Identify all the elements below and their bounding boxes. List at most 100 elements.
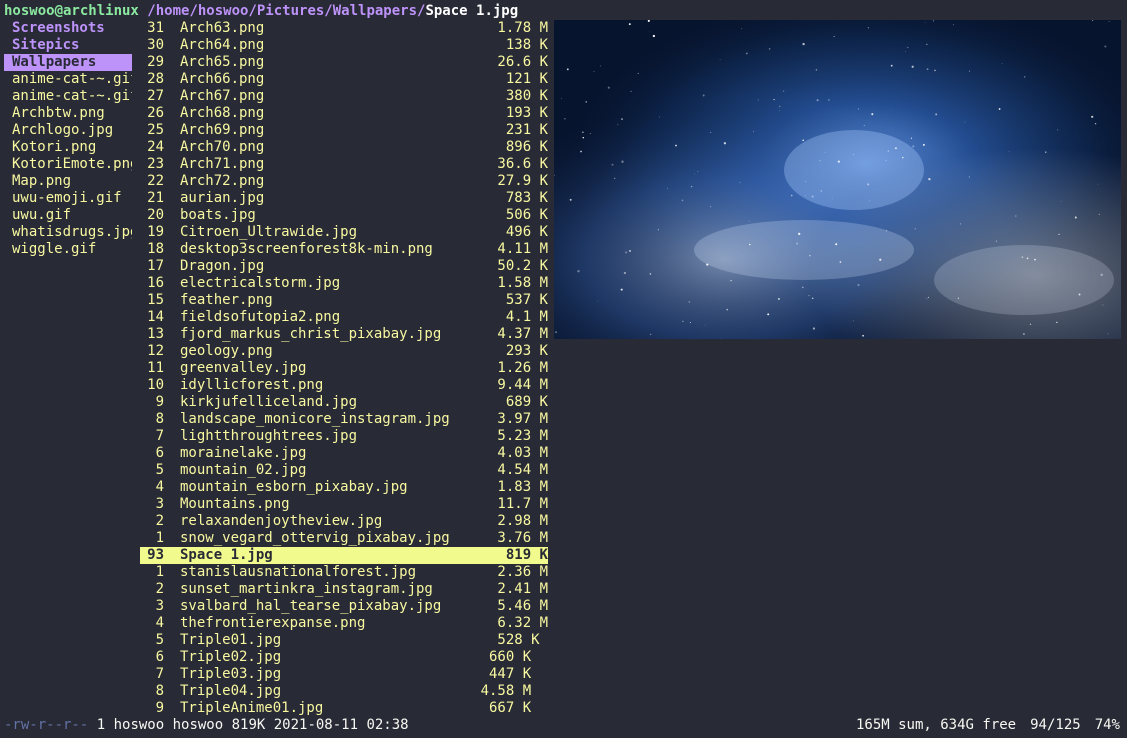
file-row[interactable]: 5 mountain_02.jpg 4.54 M <box>140 462 548 479</box>
file-name: Arch67.png <box>180 88 265 104</box>
file-row[interactable]: 1 snow_vegard_ottervig_pixabay.jpg 3.76 M <box>140 530 548 547</box>
file-row[interactable]: 11 greenvalley.jpg 1.26 M <box>140 360 548 377</box>
relative-line-number: 14 <box>147 309 164 325</box>
file-row[interactable]: 7 lightthroughtrees.jpg 5.23 M <box>140 428 548 445</box>
file-row[interactable]: 2 relaxandenjoytheview.jpg 2.98 M <box>140 513 548 530</box>
file-row[interactable]: 3 Mountains.png 11.7 M <box>140 496 548 513</box>
parent-file-item[interactable]: wiggle.gif <box>4 241 132 258</box>
file-row[interactable]: 30 Arch64.png 138 K <box>140 37 548 54</box>
parent-file-item[interactable]: whatisdrugs.jpg <box>4 224 132 241</box>
file-size: 4.54 M <box>497 462 548 478</box>
parent-file-item[interactable]: Map.png <box>4 173 132 190</box>
file-row[interactable]: 19 Citroen_Ultrawide.jpg 496 K <box>140 224 548 241</box>
file-row[interactable]: 9 kirkjufelliceland.jpg 689 K <box>140 394 548 411</box>
relative-line-number: 26 <box>147 105 164 121</box>
file-size: 4.1 M <box>505 309 548 325</box>
file-name: Triple04.jpg <box>180 683 282 699</box>
relative-line-number: 30 <box>147 37 164 53</box>
file-row[interactable]: 2 sunset_martinkra_instagram.jpg 2.41 M <box>140 581 548 598</box>
file-name: geology.png <box>180 343 273 359</box>
file-row[interactable]: 28 Arch66.png 121 K <box>140 71 548 88</box>
file-row[interactable]: 5 Triple01.jpg 528 K <box>140 632 548 649</box>
parent-file-item[interactable]: uwu-emoji.gif <box>4 190 132 207</box>
file-row[interactable]: 1 stanislausnationalforest.jpg 2.36 M <box>140 564 548 581</box>
relative-line-number: 1 <box>155 564 164 580</box>
file-row[interactable]: 16 electricalstorm.jpg 1.58 M <box>140 275 548 292</box>
file-name: Mountains.png <box>180 496 290 512</box>
file-row[interactable]: 13 fjord_markus_christ_pixabay.jpg 4.37 M <box>140 326 548 343</box>
relative-line-number: 3 <box>155 598 164 614</box>
file-row[interactable]: 3 svalbard_hal_tearse_pixabay.jpg 5.46 M <box>140 598 548 615</box>
relative-line-number: 1 <box>155 530 164 546</box>
file-row[interactable]: 8 Triple04.jpg 4.58 M <box>140 683 548 700</box>
relative-line-number: 10 <box>147 377 164 393</box>
file-name: Citroen_Ultrawide.jpg <box>180 224 358 240</box>
relative-line-number: 6 <box>155 445 164 461</box>
file-size: 36.6 K <box>497 156 548 172</box>
file-row[interactable]: 7 Triple03.jpg 447 K <box>140 666 548 683</box>
file-row[interactable]: 25 Arch69.png 231 K <box>140 122 548 139</box>
file-size: 4.58 M <box>480 683 548 699</box>
file-size: 5.23 M <box>497 428 548 444</box>
file-row[interactable]: 20 boats.jpg 506 K <box>140 207 548 224</box>
current-path: /home/hoswoo/Pictures/Wallpapers/ <box>147 3 426 19</box>
file-row[interactable]: 22 Arch72.png 27.9 K <box>140 173 548 190</box>
file-size: 5.46 M <box>497 598 548 614</box>
file-row[interactable]: 6 morainelake.jpg 4.03 M <box>140 445 548 462</box>
file-row[interactable]: 6 Triple02.jpg 660 K <box>140 649 548 666</box>
relative-line-number: 17 <box>147 258 164 274</box>
parent-file-item[interactable]: anime-cat-~.gif <box>4 71 132 88</box>
file-size: 447 K <box>488 666 548 682</box>
relative-line-number: 22 <box>147 173 164 189</box>
file-row[interactable]: 31 Arch63.png 1.78 M <box>140 20 548 37</box>
file-row[interactable]: 15 feather.png 537 K <box>140 292 548 309</box>
relative-line-number: 24 <box>147 139 164 155</box>
file-size: 528 K <box>497 632 548 648</box>
file-size: 231 K <box>505 122 548 138</box>
file-row[interactable]: 8 landscape_monicore_instagram.jpg 3.97 M <box>140 411 548 428</box>
relative-line-number: 4 <box>155 615 164 631</box>
relative-line-number: 23 <box>147 156 164 172</box>
file-name: Arch63.png <box>180 20 265 36</box>
parent-dir-item[interactable]: Screenshots <box>4 20 132 37</box>
file-row[interactable]: 9 TripleAnime01.jpg 667 K <box>140 700 548 717</box>
parent-file-item[interactable]: Archbtw.png <box>4 105 132 122</box>
file-size: 2.41 M <box>497 581 548 597</box>
file-row[interactable]: 12 geology.png 293 K <box>140 343 548 360</box>
file-name: svalbard_hal_tearse_pixabay.jpg <box>180 598 442 614</box>
file-row[interactable]: 24 Arch70.png 896 K <box>140 139 548 156</box>
parent-file-item[interactable]: KotoriEmote.png <box>4 156 132 173</box>
file-row[interactable]: 4 thefrontierexpanse.png 6.32 M <box>140 615 548 632</box>
file-list-column: 31 Arch63.png 1.78 M 30 Arch64.png 138 K 29 Arc… <box>140 20 548 717</box>
file-row[interactable]: 18 desktop3screenforest8k-min.png 4.11 M <box>140 241 548 258</box>
parent-file-item[interactable]: Kotori.png <box>4 139 132 156</box>
file-row[interactable]: 17 Dragon.jpg 50.2 K <box>140 258 548 275</box>
file-permissions: -rw-r--r-- <box>4 717 89 733</box>
file-row[interactable]: 14 fieldsofutopia2.png 4.1 M <box>140 309 548 326</box>
file-size: 2.98 M <box>497 513 548 529</box>
file-size: 689 K <box>505 394 548 410</box>
file-row[interactable]: 23 Arch71.png 36.6 K <box>140 156 548 173</box>
file-row-selected[interactable]: 93 Space 1.jpg 819 K <box>140 547 548 564</box>
relative-line-number: 93 <box>147 547 164 563</box>
file-row[interactable]: 21 aurian.jpg 783 K <box>140 190 548 207</box>
parent-file-item[interactable]: anime-cat-~.gif <box>4 88 132 105</box>
file-name: Triple03.jpg <box>180 666 282 682</box>
relative-line-number: 8 <box>155 683 164 699</box>
file-row[interactable]: 27 Arch67.png 380 K <box>140 88 548 105</box>
file-row[interactable]: 26 Arch68.png 193 K <box>140 105 548 122</box>
file-row[interactable]: 4 mountain_esborn_pixabay.jpg 1.83 M <box>140 479 548 496</box>
file-row[interactable]: 29 Arch65.png 26.6 K <box>140 54 548 71</box>
file-name: Arch65.png <box>180 54 265 70</box>
parent-file-item[interactable]: uwu.gif <box>4 207 132 224</box>
parent-dir-item[interactable]: Sitepics <box>4 37 132 54</box>
parent-file-item[interactable]: Archlogo.jpg <box>4 122 132 139</box>
parent-dir-item[interactable]: Wallpapers <box>4 54 132 71</box>
file-name: kirkjufelliceland.jpg <box>180 394 358 410</box>
relative-line-number: 15 <box>147 292 164 308</box>
file-row[interactable]: 10 idyllicforest.png 9.44 M <box>140 377 548 394</box>
file-name: Space 1.jpg <box>180 547 273 563</box>
file-size: 6.32 M <box>497 615 548 631</box>
relative-line-number: 19 <box>147 224 164 240</box>
file-name: fjord_markus_christ_pixabay.jpg <box>180 326 442 342</box>
